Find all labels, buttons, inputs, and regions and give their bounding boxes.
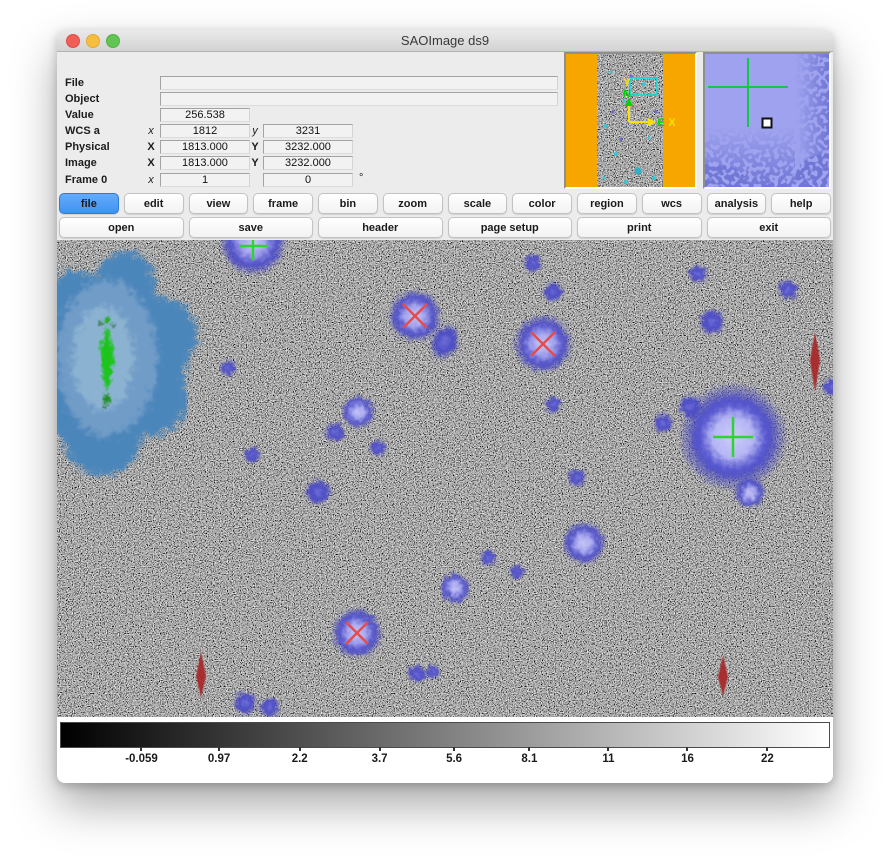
frame-x-key: x [145,173,157,187]
colorbar-tick [528,747,530,751]
colorbar-label: 16 [681,753,694,765]
value-field[interactable]: 256.538 [160,108,250,122]
menu-wcs[interactable]: wcs [642,193,702,214]
east-label: E [657,117,664,129]
window-title: SAOImage ds9 [57,30,833,51]
image-label: Image [65,156,149,170]
value-label: Value [65,108,149,122]
north-label: N [623,88,631,100]
colorbar-gradient[interactable] [60,722,830,748]
menubar: file edit view frame bin zoom scale colo… [59,193,831,214]
save-button[interactable]: save [189,217,314,238]
colorbar-label: -0.059 [125,753,158,765]
x-axis-label: X [668,117,676,129]
physical-y-field[interactable]: 3232.000 [263,140,353,154]
colorbar-strip: -0.059 0.97 2.2 3.7 5.6 8.1 11 16 22 [57,717,833,783]
colorbar-tick [218,747,220,751]
menu-region[interactable]: region [577,193,637,214]
colorbar-label: 8.1 [521,753,537,765]
colorbar-tick [686,747,688,751]
menu-zoom[interactable]: zoom [383,193,443,214]
colorbar-tick [453,747,455,751]
image-canvas[interactable] [57,240,833,717]
menu-color[interactable]: color [512,193,572,214]
physical-x-key: X [145,140,157,154]
titlebar: SAOImage ds9 [57,30,833,52]
file-label: File [65,76,149,90]
colorbar-tick [140,747,142,751]
colorbar-tick [379,747,381,751]
magnifier[interactable] [703,52,831,189]
file-field[interactable] [160,76,558,90]
header-button[interactable]: header [318,217,443,238]
ds9-window: SAOImage ds9 File Object Value 256.538 W… [57,30,833,783]
frame-rotation-field[interactable]: 0 [263,173,353,187]
magnifier-cursor [763,119,772,128]
menu-edit[interactable]: edit [124,193,184,214]
object-field[interactable] [160,92,558,106]
object-label: Object [65,92,149,106]
image-y-key: Y [249,156,261,170]
colorbar-label: 2.2 [292,753,308,765]
exit-button[interactable]: exit [707,217,832,238]
colorbar-label: 5.6 [446,753,462,765]
colorbar-label: 3.7 [372,753,388,765]
colorbar-label: 11 [602,753,614,765]
menu-scale[interactable]: scale [448,193,508,214]
colorbar-tick [299,747,301,751]
wcs-y-key: y [249,124,261,138]
frame-x-field[interactable]: 1 [160,173,250,187]
image-y-field[interactable]: 3232.000 [263,156,353,170]
menu-file[interactable]: file [59,193,119,214]
open-button[interactable]: open [59,217,184,238]
page-setup-button[interactable]: page setup [448,217,573,238]
menu-view[interactable]: view [189,193,249,214]
wcs-x-key: x [145,124,157,138]
colorbar-label: 0.97 [208,753,230,765]
menu-analysis[interactable]: analysis [707,193,767,214]
image-x-key: X [145,156,157,170]
colorbar-tick [766,747,768,751]
colorbar-label: 22 [761,753,774,765]
file-submenu-bar: open save header page setup print exit [59,217,831,238]
physical-y-key: Y [249,140,261,154]
frame-label: Frame 0 [65,173,149,187]
wcs-y-field[interactable]: 3231 [263,124,353,138]
menu-bin[interactable]: bin [318,193,378,214]
degree-symbol: ° [359,171,363,185]
colorbar-tick [607,747,609,751]
menu-frame[interactable]: frame [253,193,313,214]
image-x-field[interactable]: 1813.000 [160,156,250,170]
physical-x-field[interactable]: 1813.000 [160,140,250,154]
panner[interactable]: Y N E X [564,52,697,189]
wcs-label: WCS a [65,124,149,138]
wcs-x-field[interactable]: 1812 [160,124,250,138]
menu-help[interactable]: help [771,193,831,214]
physical-label: Physical [65,140,149,154]
print-button[interactable]: print [577,217,702,238]
